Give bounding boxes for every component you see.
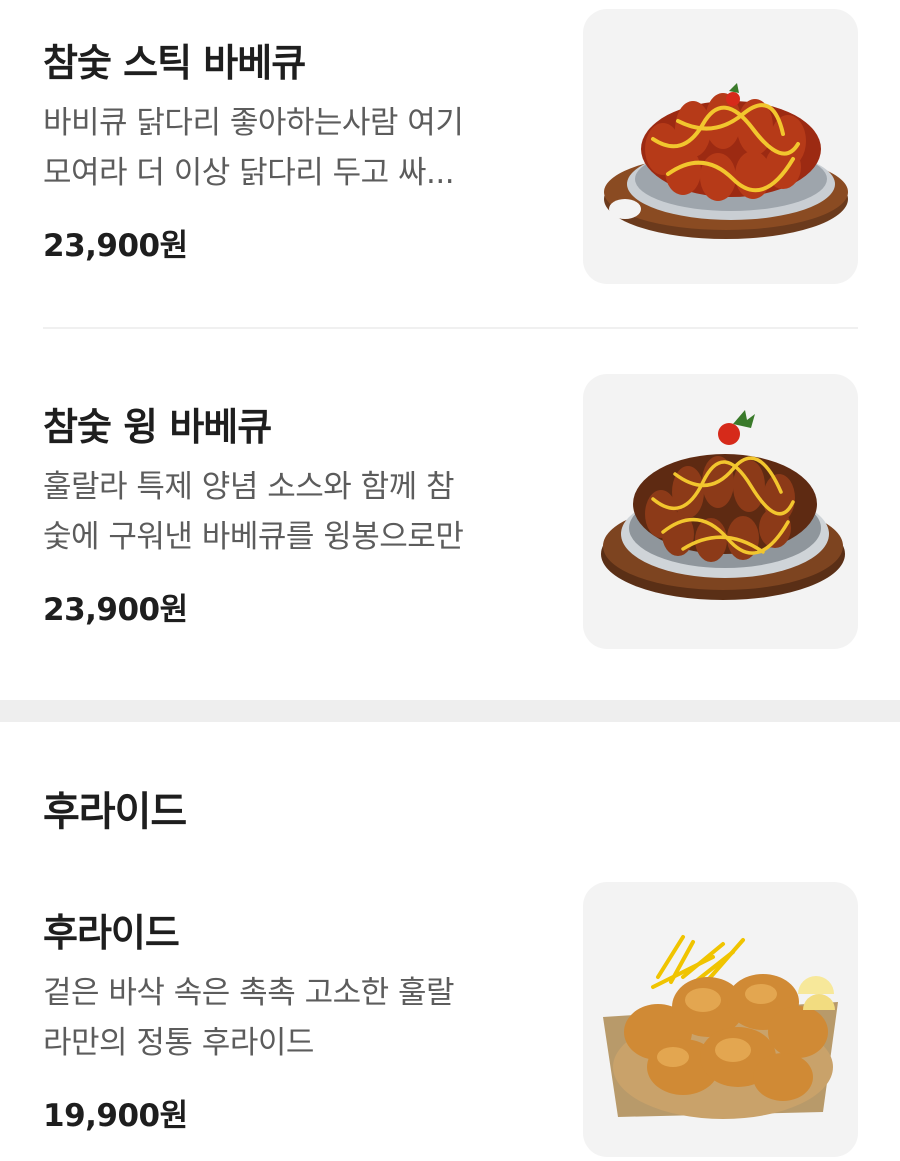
fried-chicken-basket-image <box>603 935 838 1119</box>
menu-item-description-line: 훌랄라 특제 양념 소스와 함께 참 <box>43 469 455 505</box>
menu-item-description-line: 모여라 더 이상 닭다리 두고 싸... <box>43 155 455 191</box>
menu-item-price: 19,900원 <box>43 1098 188 1134</box>
menu-item-price: 23,900원 <box>43 592 188 628</box>
menu-item-image[interactable] <box>583 9 858 284</box>
menu-item-description: 겉은 바삭 속은 촉촉 고소한 훌랄 라만의 정통 후라이드 <box>43 968 553 1068</box>
menu-item-description-line: 라만의 정통 후라이드 <box>43 1025 314 1061</box>
menu-item-fried[interactable]: 후라이드 겉은 바삭 속은 촉촉 고소한 훌랄 라만의 정통 후라이드 19,9… <box>0 870 900 1161</box>
menu-item-image[interactable] <box>583 374 858 649</box>
menu-item-description-line: 숯에 구워낸 바베큐를 윙봉으로만 <box>43 519 464 555</box>
menu-item-image[interactable] <box>583 882 858 1157</box>
section-separator <box>0 700 900 722</box>
menu-item-description: 바비큐 닭다리 좋아하는사람 여기 모여라 더 이상 닭다리 두고 싸... <box>43 98 553 198</box>
menu-item-name: 후라이드 <box>43 911 180 955</box>
menu-item-wing-bbq[interactable]: 참숯 윙 바베큐 훌랄라 특제 양념 소스와 함께 참 숯에 구워낸 바베큐를 … <box>0 330 900 700</box>
menu-item-description: 훌랄라 특제 양념 소스와 함께 참 숯에 구워낸 바베큐를 윙봉으로만 <box>43 462 553 562</box>
divider <box>43 327 858 329</box>
menu-item-description-line: 바비큐 닭다리 좋아하는사람 여기 <box>43 105 464 141</box>
menu-item-name: 참숯 스틱 바베큐 <box>43 41 306 85</box>
bbq-drumstick-dish-image <box>604 83 848 239</box>
bbq-wing-dish-image <box>601 410 845 600</box>
section-title: 후라이드 <box>43 789 187 835</box>
menu-item-name: 참숯 윙 바베큐 <box>43 405 272 449</box>
menu-item-stick-bbq[interactable]: 참숯 스틱 바베큐 바비큐 닭다리 좋아하는사람 여기 모여라 더 이상 닭다리… <box>0 0 900 320</box>
menu-item-description-line: 겉은 바삭 속은 촉촉 고소한 훌랄 <box>43 975 455 1011</box>
menu-item-price: 23,900원 <box>43 228 188 264</box>
